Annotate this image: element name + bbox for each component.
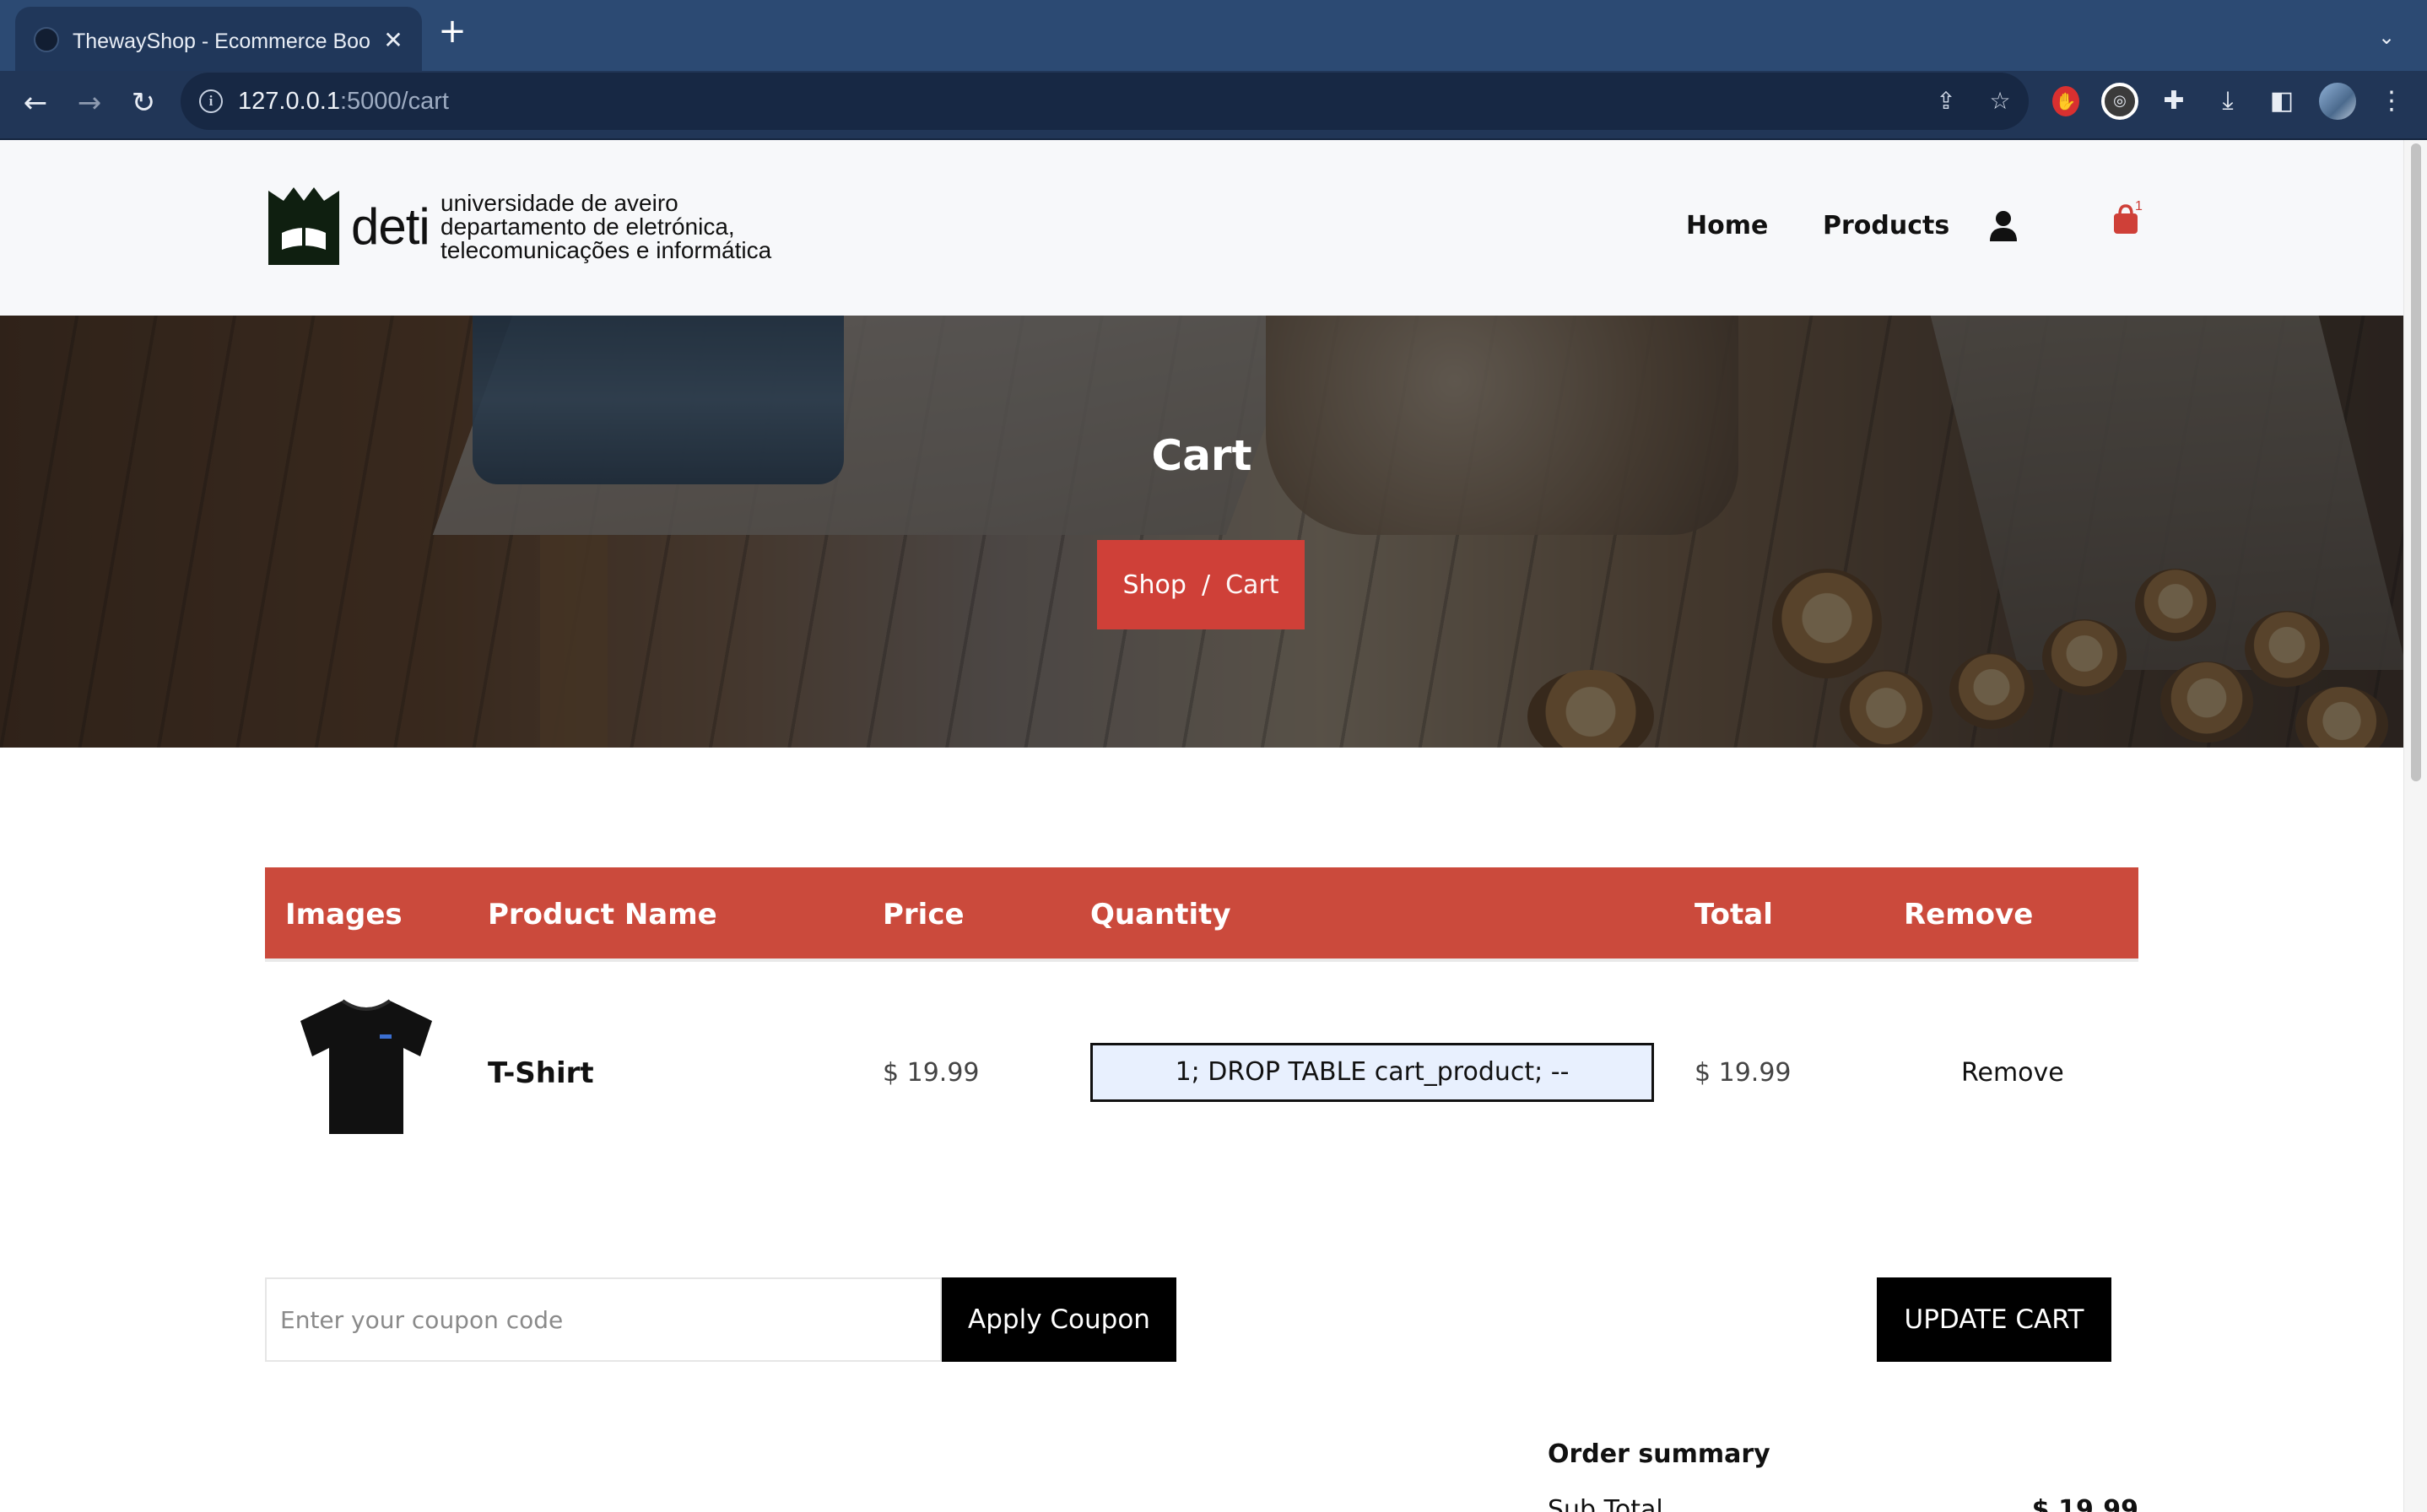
info-icon[interactable]: i bbox=[199, 89, 223, 113]
tab-title: ThewayShop - Ecommerce Bootstrap 4 HTML … bbox=[73, 30, 370, 53]
remove-link[interactable]: Remove bbox=[1961, 1050, 2064, 1097]
url-host: 127.0.0.1 bbox=[238, 88, 340, 115]
header-quantity: Quantity bbox=[1090, 898, 1231, 932]
more-icon[interactable]: ⋮ bbox=[2373, 83, 2410, 120]
product-image-tshirt[interactable] bbox=[297, 996, 435, 1136]
page-title: Cart bbox=[1151, 431, 1252, 480]
breadcrumb-shop-link[interactable]: Shop bbox=[1122, 570, 1186, 600]
url-text[interactable]: 127.0.0.1:5000/cart bbox=[238, 86, 449, 116]
hero-banner: Cart Shop / Cart bbox=[0, 316, 2403, 748]
update-cart-button[interactable]: UPDATE CART bbox=[1877, 1277, 2111, 1362]
extension-icon[interactable]: ◎ bbox=[2101, 83, 2138, 120]
header-price: Price bbox=[883, 898, 965, 932]
quantity-input[interactable]: 1; DROP TABLE cart_product; -- bbox=[1090, 1043, 1654, 1102]
hero-overlay bbox=[0, 316, 2403, 748]
cart-table-header: Images Product Name Price Quantity Total… bbox=[265, 867, 2138, 962]
avatar[interactable] bbox=[2319, 83, 2356, 120]
address-bar[interactable]: i 127.0.0.1:5000/cart ⇪ ☆ bbox=[181, 73, 2029, 130]
product-name[interactable]: T-Shirt bbox=[488, 1050, 594, 1097]
header-images: Images bbox=[285, 898, 403, 932]
logo-mark-icon bbox=[268, 187, 339, 265]
back-arrow-icon[interactable]: ← bbox=[14, 81, 57, 125]
page-scrollbar[interactable] bbox=[2403, 140, 2427, 1512]
tab-search-chevron-icon[interactable]: ⌄ bbox=[2370, 20, 2403, 54]
breadcrumb-current: Cart bbox=[1225, 570, 1279, 600]
extension-icon[interactable]: ✋ bbox=[2052, 86, 2079, 116]
subtotal-label: Sub Total bbox=[1548, 1495, 1663, 1512]
apply-coupon-button[interactable]: Apply Coupon bbox=[942, 1277, 1176, 1362]
breadcrumb-separator: / bbox=[1201, 570, 1211, 600]
download-icon[interactable]: ⤓ bbox=[2209, 83, 2246, 120]
reload-icon[interactable]: ↻ bbox=[122, 81, 165, 125]
tab-favicon-icon bbox=[34, 27, 59, 52]
logo-line-1: universidade de aveiro bbox=[441, 190, 678, 216]
header-product-name: Product Name bbox=[488, 898, 717, 932]
header-total: Total bbox=[1695, 898, 1773, 932]
table-row: T-Shirt $ 19.99 1; DROP TABLE cart_produ… bbox=[265, 965, 2138, 1185]
share-icon[interactable]: ⇪ bbox=[1929, 84, 1963, 118]
product-price: $ 19.99 bbox=[883, 1058, 980, 1088]
browser-tab[interactable]: ThewayShop - Ecommerce Bootstrap 4 HTML … bbox=[15, 7, 422, 71]
star-icon[interactable]: ☆ bbox=[1983, 84, 2017, 118]
cart-count-badge: 1 bbox=[2135, 199, 2143, 213]
browser-tab-strip: ThewayShop - Ecommerce Bootstrap 4 HTML … bbox=[0, 0, 2427, 71]
scrollbar-thumb[interactable] bbox=[2411, 143, 2421, 781]
subtotal-value: $ 19.99 bbox=[2031, 1495, 2138, 1512]
forward-arrow-icon[interactable]: → bbox=[68, 81, 111, 125]
user-icon[interactable] bbox=[1988, 209, 2019, 243]
new-tab-button[interactable]: + bbox=[432, 12, 473, 52]
order-summary-title: Order summary bbox=[1548, 1439, 1770, 1469]
deti-logo[interactable]: deti universidade de aveiro departamento… bbox=[265, 184, 788, 272]
summary-subtotal-row: Sub Total $ 19.99 bbox=[1548, 1492, 2138, 1512]
puzzle-icon[interactable]: ✚ bbox=[2155, 83, 2192, 120]
header-remove: Remove bbox=[1904, 898, 2034, 932]
nav-home[interactable]: Home bbox=[1686, 208, 1768, 245]
site-header: deti universidade de aveiro departamento… bbox=[0, 140, 2403, 316]
url-path: :5000/cart bbox=[339, 88, 449, 115]
tab-close-icon[interactable]: ✕ bbox=[376, 24, 410, 57]
side-panel-icon[interactable]: ◧ bbox=[2263, 83, 2300, 120]
logo-deti-text: deti bbox=[351, 198, 430, 255]
logo-line-3: telecomunicações e informática bbox=[441, 237, 772, 263]
nav-products[interactable]: Products bbox=[1823, 208, 1949, 245]
page-viewport: deti universidade de aveiro departamento… bbox=[0, 140, 2403, 1512]
breadcrumb: Shop / Cart bbox=[1097, 540, 1305, 629]
logo-line-2: departamento de eletrónica, bbox=[441, 213, 735, 240]
coupon-input[interactable] bbox=[265, 1277, 942, 1362]
product-total: $ 19.99 bbox=[1695, 1058, 1792, 1088]
